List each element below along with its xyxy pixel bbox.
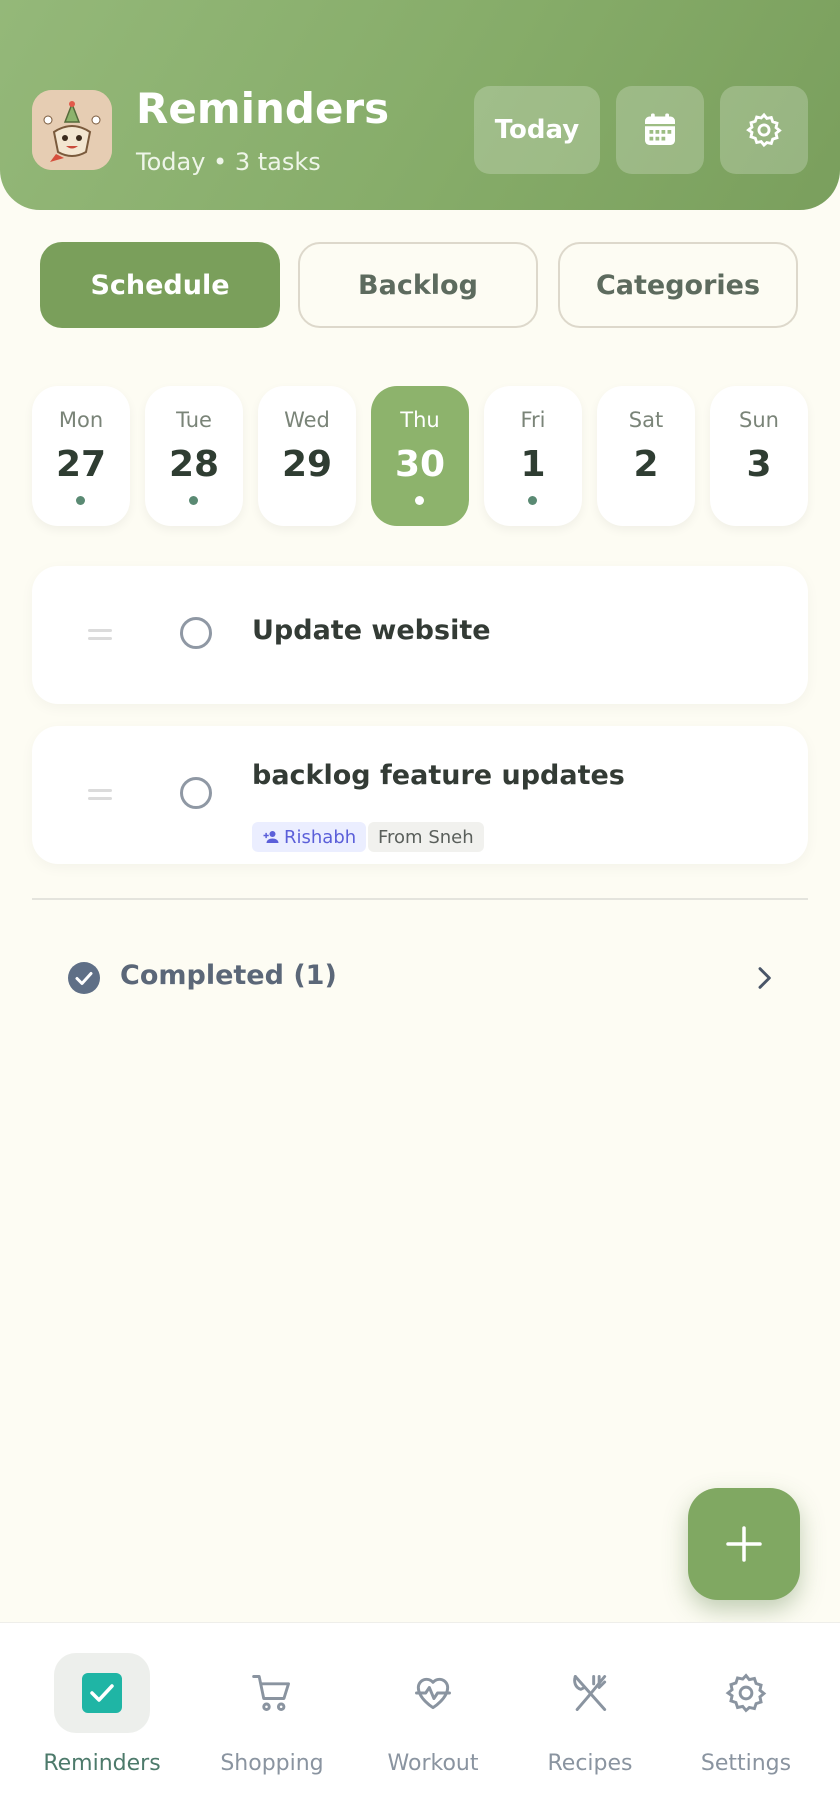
assignee-badge: Rishabh [252, 822, 367, 852]
from-badge: From Sneh [368, 822, 484, 852]
day-name: Fri [520, 408, 546, 432]
add-task-button[interactable] [688, 1488, 800, 1600]
day-number: 1 [520, 444, 546, 485]
assignee-name: Rishabh [284, 826, 357, 848]
day-name: Sun [739, 408, 779, 432]
day-number: 2 [633, 444, 659, 485]
drag-handle-icon[interactable] [88, 789, 112, 801]
day-number: 29 [281, 444, 333, 485]
heart-pulse-icon [415, 1677, 451, 1710]
task-title: backlog feature updates [252, 760, 625, 791]
calendar-button[interactable] [616, 86, 704, 174]
task-checkbox[interactable] [180, 617, 212, 649]
task-indicator-dot [528, 496, 537, 505]
plus-icon [726, 1526, 762, 1562]
nav-icon-container [542, 1653, 638, 1733]
divider [32, 898, 808, 900]
day-sun[interactable]: Sun 3 [710, 386, 808, 526]
nav-label: Settings [700, 1751, 792, 1776]
day-number: 3 [746, 444, 772, 485]
task-card[interactable]: Update website [32, 566, 808, 704]
day-name: Tue [176, 408, 212, 432]
header-settings-button[interactable] [720, 86, 808, 174]
drag-handle-icon[interactable] [88, 629, 112, 641]
nav-icon-container [54, 1653, 150, 1733]
nav-icon-container [224, 1653, 320, 1733]
task-indicator-dot [76, 496, 85, 505]
chevron-right-icon [758, 967, 771, 989]
nav-label: Reminders [43, 1751, 161, 1776]
task-card[interactable]: backlog feature updates Rishabh From Sne… [32, 726, 808, 864]
day-number: 27 [55, 444, 107, 485]
check-square-icon [82, 1673, 122, 1713]
app-subtitle: Today • 3 tasks [136, 148, 321, 176]
add-user-icon [263, 831, 279, 843]
nav-recipes[interactable]: Recipes [506, 1623, 674, 1801]
task-indicator-dot [189, 496, 198, 505]
gear-icon [725, 1673, 767, 1713]
nav-icon-container [698, 1653, 794, 1733]
completed-label: Completed (1) [120, 960, 337, 991]
gear-icon [746, 112, 782, 148]
day-name: Wed [284, 408, 330, 432]
day-name: Mon [58, 408, 104, 432]
nav-label: Workout [387, 1751, 479, 1776]
task-checkbox[interactable] [180, 777, 212, 809]
utensils-icon [573, 1675, 607, 1711]
day-number: 30 [394, 444, 446, 485]
nav-shopping[interactable]: Shopping [188, 1623, 356, 1801]
nav-icon-container [385, 1653, 481, 1733]
day-name: Sat [628, 408, 664, 432]
app-avatar[interactable] [32, 90, 112, 170]
app-header: Reminders Today • 3 tasks Today [0, 0, 840, 210]
nav-settings[interactable]: Settings [662, 1623, 830, 1801]
day-fri[interactable]: Fri 1 [484, 386, 582, 526]
day-thu[interactable]: Thu 30 [371, 386, 469, 526]
today-button[interactable]: Today [474, 86, 600, 174]
task-title: Update website [252, 615, 491, 646]
bottom-nav: Reminders Shopping Workout Recipes Setti… [0, 1622, 840, 1801]
task-indicator-dot [415, 496, 424, 505]
day-mon[interactable]: Mon 27 [32, 386, 130, 526]
tab-backlog[interactable]: Backlog [298, 242, 538, 328]
tab-categories[interactable]: Categories [558, 242, 798, 328]
day-name: Thu [400, 408, 440, 432]
day-number: 28 [168, 444, 220, 485]
day-tue[interactable]: Tue 28 [145, 386, 243, 526]
nav-label: Recipes [547, 1751, 633, 1776]
nav-label: Shopping [220, 1751, 324, 1776]
nav-reminders[interactable]: Reminders [18, 1623, 186, 1801]
calendar-icon [645, 113, 675, 145]
mascot-icon [32, 90, 112, 170]
check-circle-icon [68, 962, 100, 994]
cart-icon [252, 1675, 290, 1711]
day-sat[interactable]: Sat 2 [597, 386, 695, 526]
day-wed[interactable]: Wed 29 [258, 386, 356, 526]
nav-workout[interactable]: Workout [349, 1623, 517, 1801]
tab-schedule[interactable]: Schedule [40, 242, 280, 328]
app-title: Reminders [136, 84, 390, 133]
completed-section-toggle[interactable]: Completed (1) [60, 950, 780, 1006]
